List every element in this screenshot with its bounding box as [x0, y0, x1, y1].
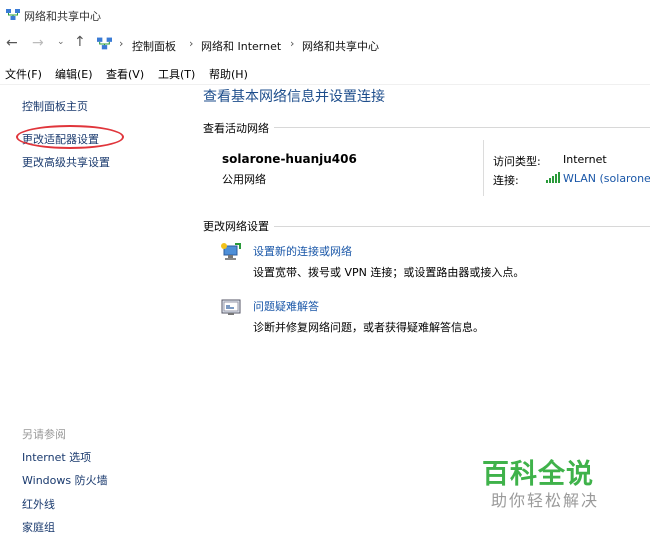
see-also-label: 另请参阅 — [22, 428, 66, 441]
change-network-settings-label: 更改网络设置 — [203, 220, 269, 233]
control-panel-icon — [97, 37, 112, 50]
watermark-subtitle: 助你轻松解决 — [491, 491, 600, 510]
breadcrumb-network-sharing-center[interactable]: 网络和共享中心 — [302, 38, 379, 54]
breadcrumb-separator: › — [189, 37, 194, 50]
window-title: 网络和共享中心 — [24, 10, 101, 23]
back-arrow-icon[interactable]: ← — [6, 35, 18, 51]
network-center-icon — [6, 9, 20, 20]
access-type-label: 访问类型: — [493, 155, 541, 168]
active-networks-label: 查看活动网络 — [203, 122, 269, 135]
section-divider — [274, 226, 650, 227]
menu-file[interactable]: 文件(F) — [5, 66, 42, 82]
homegroup-link[interactable]: 家庭组 — [22, 519, 55, 535]
internet-options-link[interactable]: Internet 选项 — [22, 449, 91, 465]
menu-bar — [0, 60, 650, 85]
access-type-value: Internet — [563, 153, 607, 166]
wifi-signal-icon — [546, 172, 560, 183]
change-advanced-sharing-link[interactable]: 更改高级共享设置 — [22, 154, 110, 170]
breadcrumb-separator: › — [290, 37, 295, 50]
annotation-ellipse — [16, 125, 124, 149]
vertical-divider — [483, 140, 484, 196]
connection-label: 连接: — [493, 174, 519, 187]
breadcrumb-control-panel[interactable]: 控制面板 — [132, 38, 176, 54]
network-type-link[interactable]: 公用网络 — [222, 171, 266, 187]
wlan-connection-link[interactable]: WLAN (solarone — [563, 172, 650, 185]
forward-arrow-icon[interactable]: → — [32, 35, 44, 51]
troubleshoot-problems-link[interactable]: 问题疑难解答 — [253, 298, 319, 314]
breadcrumb-network-internet[interactable]: 网络和 Internet — [201, 38, 281, 54]
network-name: solarone-huanju406 — [222, 152, 357, 166]
troubleshoot-icon — [221, 299, 241, 315]
recent-locations-chevron-icon[interactable]: ⌄ — [57, 37, 65, 47]
section-divider — [274, 127, 650, 128]
windows-firewall-link[interactable]: Windows 防火墙 — [22, 472, 108, 488]
troubleshoot-description: 诊断并修复网络问题，或者获得疑难解答信息。 — [253, 321, 484, 334]
menu-help[interactable]: 帮助(H) — [209, 66, 248, 82]
menu-tools[interactable]: 工具(T) — [158, 66, 195, 82]
setup-new-connection-link[interactable]: 设置新的连接或网络 — [253, 243, 352, 259]
breadcrumb-separator: › — [119, 37, 124, 50]
infrared-link[interactable]: 红外线 — [22, 496, 55, 512]
control-panel-home-link[interactable]: 控制面板主页 — [22, 98, 88, 114]
page-title: 查看基本网络信息并设置连接 — [203, 89, 385, 105]
up-arrow-icon[interactable]: ↑ — [74, 34, 86, 50]
network-setup-icon — [221, 243, 241, 260]
menu-view[interactable]: 查看(V) — [106, 66, 144, 82]
watermark-title: 百科全说 — [482, 459, 594, 490]
menu-edit[interactable]: 编辑(E) — [55, 66, 93, 82]
setup-connection-description: 设置宽带、拨号或 VPN 连接；或设置路由器或接入点。 — [253, 266, 525, 279]
